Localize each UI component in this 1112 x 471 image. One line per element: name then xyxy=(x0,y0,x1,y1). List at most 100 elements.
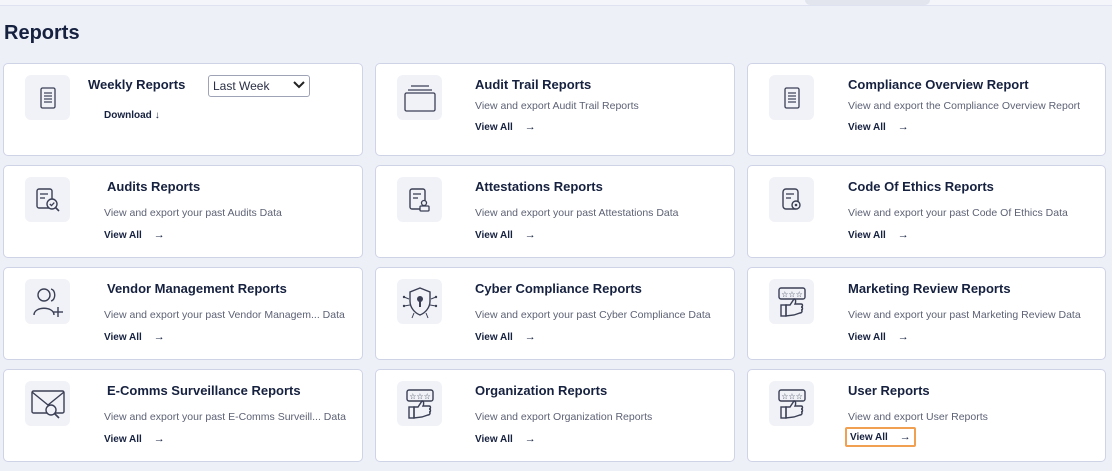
view-all-link[interactable]: View All → xyxy=(475,227,536,243)
arrow-right-icon: → xyxy=(524,433,536,445)
report-card-cyber-compliance: Cyber Compliance Reports View and export… xyxy=(375,267,735,360)
report-icon-box xyxy=(25,177,70,222)
report-card-description: View and export Organization Reports xyxy=(475,411,653,423)
arrow-right-icon: → xyxy=(153,229,165,241)
arrow-right-icon: → xyxy=(153,433,165,445)
report-card-description: View and export User Reports xyxy=(848,411,988,423)
view-all-label: View All xyxy=(848,229,886,241)
shield-lock-icon xyxy=(402,286,437,318)
tray-icon xyxy=(403,84,436,112)
report-icon-box xyxy=(769,75,814,120)
report-card-description: View and export your past Code Of Ethics… xyxy=(848,207,1068,219)
document-icon xyxy=(783,86,800,109)
report-card-title: Organization Reports xyxy=(475,383,608,398)
mail-search-icon xyxy=(30,389,65,419)
view-all-link[interactable]: View All → xyxy=(848,227,909,243)
audit-check-icon xyxy=(35,187,60,212)
view-all-label: View All xyxy=(104,433,142,445)
report-card-organization: ☆☆☆ Organization Reports View and export… xyxy=(375,369,735,462)
report-icon-box xyxy=(397,75,442,120)
view-all-link[interactable]: View All → xyxy=(475,329,536,345)
view-all-link[interactable]: View All → xyxy=(848,119,909,135)
report-icon-box: ☆☆☆ xyxy=(769,279,814,324)
view-all-label: View All xyxy=(104,331,142,343)
report-card-description: View and export your past Vendor Managem… xyxy=(104,309,345,321)
report-card-title: Compliance Overview Report xyxy=(848,77,1029,92)
arrow-right-icon: → xyxy=(524,121,536,133)
report-card-description: View and export your past Cyber Complian… xyxy=(475,309,711,321)
review-thumbs-icon: ☆☆☆ xyxy=(777,388,806,419)
report-card-audit-trail: Audit Trail Reports View and export Audi… xyxy=(375,63,735,156)
report-icon-box xyxy=(25,279,70,324)
week-range-select-value: Last Week xyxy=(213,79,270,93)
arrow-right-icon: → xyxy=(153,331,165,343)
report-card-vendor-management: Vendor Management Reports View and expor… xyxy=(3,267,363,360)
view-all-label: View All xyxy=(848,331,886,343)
arrow-right-icon: → xyxy=(897,121,909,133)
arrow-right-icon: → xyxy=(524,331,536,343)
report-card-description: View and export your past E-Comms Survei… xyxy=(104,411,346,423)
arrow-right-icon: → xyxy=(897,229,909,241)
report-card-title: Cyber Compliance Reports xyxy=(475,281,642,296)
weekly-reports-title: Weekly Reports xyxy=(88,77,186,92)
view-all-link[interactable]: View All → xyxy=(475,119,536,135)
add-user-icon xyxy=(32,287,63,317)
attestation-icon xyxy=(408,187,430,212)
document-icon xyxy=(39,86,56,109)
download-label: Download xyxy=(104,110,152,121)
top-strip xyxy=(0,0,1112,6)
top-tab-shadow xyxy=(805,0,930,5)
report-icon-box xyxy=(397,279,442,324)
arrow-right-icon: → xyxy=(897,331,909,343)
view-all-link[interactable]: View All → xyxy=(848,329,909,345)
review-thumbs-icon: ☆☆☆ xyxy=(405,388,434,419)
report-card-title: E-Comms Surveillance Reports xyxy=(107,383,301,398)
report-icon-box xyxy=(769,177,814,222)
report-card-title: Code Of Ethics Reports xyxy=(848,179,994,194)
arrow-right-icon: → xyxy=(899,431,911,443)
view-all-link[interactable]: View All → xyxy=(845,427,916,447)
report-card-description: View and export your past Audits Data xyxy=(104,207,282,219)
view-all-label: View All xyxy=(104,229,142,241)
report-icon-box xyxy=(397,177,442,222)
page-title: Reports xyxy=(4,22,80,44)
svg-text:☆☆☆: ☆☆☆ xyxy=(409,392,431,401)
report-card-description: View and export the Compliance Overview … xyxy=(848,100,1081,112)
view-all-label: View All xyxy=(848,121,886,133)
report-card-compliance-overview: Compliance Overview Report View and expo… xyxy=(747,63,1106,156)
report-card-weekly: Weekly Reports Last Week Download ↓ xyxy=(3,63,363,156)
report-card-title: Audit Trail Reports xyxy=(475,77,592,92)
report-card-title: Marketing Review Reports xyxy=(848,281,1011,296)
chevron-down-icon xyxy=(293,80,305,92)
download-icon: ↓ xyxy=(154,110,160,121)
reports-grid: Weekly Reports Last Week Download ↓ Audi… xyxy=(3,63,1109,462)
view-all-link[interactable]: View All → xyxy=(104,329,165,345)
report-card-title: Audits Reports xyxy=(107,179,201,194)
report-card-code-of-ethics: Code Of Ethics Reports View and export y… xyxy=(747,165,1106,258)
week-range-select[interactable]: Last Week xyxy=(208,75,310,97)
view-all-label: View All xyxy=(475,229,513,241)
report-card-title: User Reports xyxy=(848,383,930,398)
report-icon-box xyxy=(25,75,70,120)
arrow-right-icon: → xyxy=(524,229,536,241)
report-icon-box: ☆☆☆ xyxy=(397,381,442,426)
view-all-label: View All xyxy=(850,431,888,443)
svg-text:☆☆☆: ☆☆☆ xyxy=(781,392,803,401)
view-all-link[interactable]: View All → xyxy=(475,431,536,447)
report-card-title: Vendor Management Reports xyxy=(107,281,287,296)
report-card-audits: Audits Reports View and export your past… xyxy=(3,165,363,258)
report-card-user: ☆☆☆ User Reports View and export User Re… xyxy=(747,369,1106,462)
ethics-icon xyxy=(781,187,801,210)
review-thumbs-icon: ☆☆☆ xyxy=(777,286,806,317)
view-all-label: View All xyxy=(475,331,513,343)
report-card-description: View and export your past Attestations D… xyxy=(475,207,679,219)
view-all-label: View All xyxy=(475,433,513,445)
view-all-link[interactable]: View All → xyxy=(104,227,165,243)
download-button[interactable]: Download ↓ xyxy=(104,110,160,121)
report-icon-box xyxy=(25,381,70,426)
report-card-marketing-review: ☆☆☆ Marketing Review Reports View and ex… xyxy=(747,267,1106,360)
svg-text:☆☆☆: ☆☆☆ xyxy=(781,290,803,299)
view-all-label: View All xyxy=(475,121,513,133)
report-card-ecomms-surveillance: E-Comms Surveillance Reports View and ex… xyxy=(3,369,363,462)
view-all-link[interactable]: View All → xyxy=(104,431,165,447)
